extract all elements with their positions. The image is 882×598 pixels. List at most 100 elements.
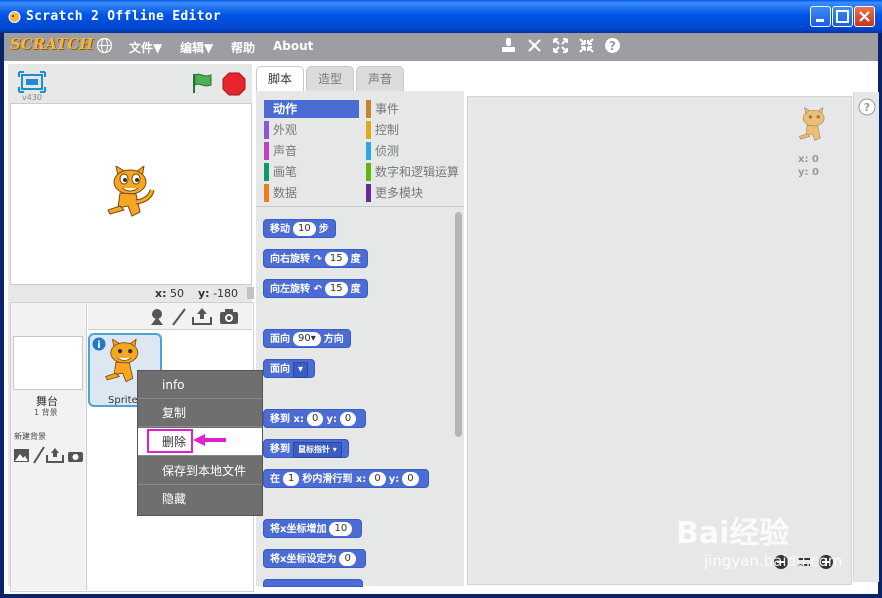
category-pen[interactable]: 画笔 [264, 163, 359, 181]
shrink-icon[interactable] [578, 37, 595, 54]
y-value: -180 [213, 287, 239, 300]
backdrop-camera-icon[interactable] [67, 449, 84, 466]
stage-thumbnail[interactable] [13, 336, 83, 390]
block-glide-y-label: y: [388, 474, 400, 485]
menu-help[interactable]: 帮助 [231, 39, 255, 56]
menu-about[interactable]: About [273, 39, 313, 53]
palette-divider [256, 206, 464, 207]
block-change-x[interactable]: 将x坐标增加 10 [263, 519, 363, 538]
block-goto-xy[interactable]: 移到 x: 0 y: 0 [263, 409, 367, 428]
block-goto-xy-text: 移到 x: [270, 414, 304, 425]
globe-icon[interactable] [96, 37, 113, 54]
backdrop-count: 1 背景 [34, 408, 58, 417]
category-sound-label: 声音 [273, 144, 298, 158]
camera-icon[interactable] [219, 309, 239, 328]
block-goto-y[interactable]: 0 [339, 412, 357, 426]
block-glide-y[interactable]: 0 [402, 472, 419, 486]
block-move-steps[interactable]: 10 [293, 222, 316, 236]
block-goto[interactable]: 移到 鼠标指针 ▾ [263, 439, 349, 458]
close-button[interactable] [854, 6, 875, 27]
paint-backdrop-icon[interactable] [33, 446, 45, 467]
block-glide-text: 在 [270, 474, 280, 485]
block-point-towards-dropdown[interactable]: ▾ [293, 362, 309, 378]
menu-item-hide[interactable]: 隐藏 [138, 485, 262, 513]
block-point-towards[interactable]: 面向 ▾ [263, 359, 316, 378]
category-sensing[interactable]: 侦测 [366, 142, 464, 160]
category-control[interactable]: 控制 [366, 121, 464, 139]
block-turn-left-text: 向左旋转 [270, 284, 310, 295]
duplicate-stamp-icon[interactable] [500, 37, 517, 54]
block-turn-right[interactable]: 向右旋转 ↷ 15 度 [263, 249, 368, 268]
tab-sounds[interactable]: 声音 [356, 66, 404, 91]
scripts-area[interactable]: x: 0 y: 0 [467, 96, 852, 585]
category-list-left: 动作 外观 声音 画笔 数据 [264, 100, 359, 202]
help-icon[interactable]: ? [604, 37, 621, 54]
category-more-blocks[interactable]: 更多模块 [366, 184, 464, 202]
block-move-text: 移动 [270, 224, 290, 235]
block-change-x-value[interactable]: 10 [329, 522, 353, 536]
category-pen-label: 画笔 [273, 165, 298, 179]
choose-sprite-icon[interactable] [148, 308, 166, 329]
category-looks[interactable]: 外观 [264, 121, 359, 139]
delete-highlight-box [147, 429, 193, 453]
palette-scrollbar[interactable] [455, 212, 462, 437]
block-point-direction-value[interactable]: 90▾ [293, 332, 321, 346]
block-goto-dropdown[interactable]: 鼠标指针 ▾ [293, 442, 342, 458]
paint-brush-icon[interactable] [171, 308, 187, 329]
svg-text:?: ? [864, 101, 870, 114]
current-sprite-cat [798, 106, 832, 148]
block-move[interactable]: 移动 10 步 [263, 219, 336, 238]
category-data[interactable]: 数据 [264, 184, 359, 202]
block-turn-left[interactable]: 向左旋转 ↶ 15 度 [263, 279, 368, 298]
upload-sprite-icon[interactable] [192, 307, 212, 328]
category-events-label: 事件 [375, 102, 400, 116]
scratch-logo[interactable]: SCRATCH [10, 35, 93, 53]
upload-backdrop-icon[interactable] [46, 447, 64, 466]
block-goto-x[interactable]: 0 [306, 412, 324, 426]
stop-sign-icon[interactable] [222, 72, 246, 99]
sprite-y-readout: y: 0 [798, 167, 819, 178]
tips-help-icon[interactable]: ? [858, 98, 876, 119]
block-glide-secs[interactable]: 1 [283, 472, 300, 486]
category-data-label: 数据 [273, 186, 298, 200]
block-set-x-text: 将x坐标设定为 [270, 554, 337, 565]
block-set-x[interactable]: 将x坐标设定为 0 [263, 549, 366, 568]
baidu-watermark-url: jingyan.baidu.com [704, 552, 843, 570]
block-glide[interactable]: 在 1 秒内滑行到 x: 0 y: 0 [263, 469, 429, 488]
category-events[interactable]: 事件 [366, 100, 464, 118]
maximize-button[interactable] [832, 6, 853, 27]
stage-x-coord: x: 50 [155, 287, 184, 300]
block-turn-left-degrees[interactable]: 15 [324, 282, 348, 296]
block-point-direction[interactable]: 面向 90▾ 方向 [263, 329, 351, 348]
block-partial[interactable] [263, 579, 363, 587]
block-set-x-value[interactable]: 0 [339, 552, 356, 566]
menu-item-save-local[interactable]: 保存到本地文件 [138, 457, 262, 485]
delete-scissors-icon[interactable] [526, 37, 543, 54]
menu-file[interactable]: 文件▼ [129, 39, 162, 56]
menu-item-duplicate[interactable]: 复制 [138, 399, 262, 427]
cat-sprite[interactable] [106, 164, 158, 225]
stage-canvas[interactable] [10, 103, 252, 285]
rotate-cw-icon: ↷ [313, 254, 322, 265]
y-label: y: [198, 287, 210, 300]
minimize-button[interactable] [810, 6, 831, 27]
backdrop-library-icon[interactable] [13, 448, 30, 466]
category-sound[interactable]: 声音 [264, 142, 359, 160]
block-turn-left-unit: 度 [350, 284, 361, 295]
block-point-direction-unit: 方向 [323, 334, 344, 345]
category-operators[interactable]: 数字和逻辑运算 [366, 163, 464, 181]
stage-resize-handle[interactable] [247, 287, 254, 299]
tab-costumes[interactable]: 造型 [306, 66, 354, 91]
category-motion[interactable]: 动作 [264, 100, 359, 118]
svg-text:i: i [97, 340, 100, 351]
block-point-direction-text: 面向 [270, 334, 290, 345]
version-label: v430 [22, 93, 43, 102]
green-flag-icon[interactable] [191, 72, 213, 97]
menu-edit[interactable]: 编辑▼ [180, 39, 213, 56]
grow-icon[interactable] [552, 37, 569, 54]
block-turn-right-degrees[interactable]: 15 [324, 252, 348, 266]
tab-scripts[interactable]: 脚本 [256, 66, 304, 93]
block-glide-x[interactable]: 0 [369, 472, 386, 486]
menu-item-info[interactable]: info [138, 371, 262, 399]
title-bar[interactable]: Scratch 2 Offline Editor [0, 0, 882, 33]
